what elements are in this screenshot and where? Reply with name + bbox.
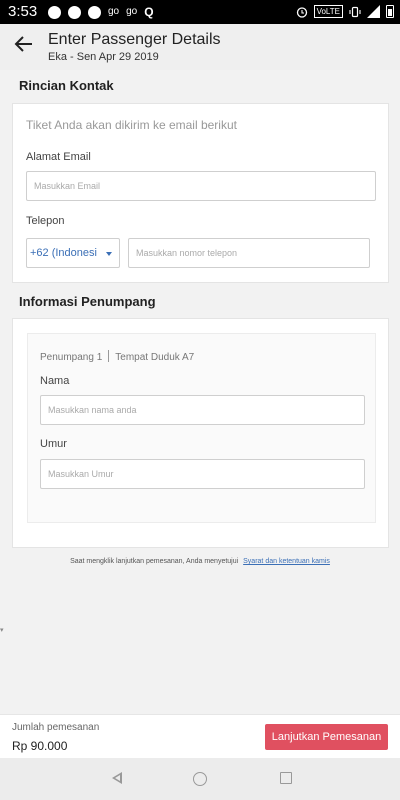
age-input[interactable] xyxy=(40,459,365,489)
alarm-icon xyxy=(296,6,307,18)
contact-section-title: Rincian Kontak xyxy=(19,78,114,93)
terms-text: Saat mengklik lanjutkan pemesanan, Anda … xyxy=(70,558,239,565)
nav-recents-icon[interactable] xyxy=(280,772,292,784)
contact-card: Tiket Anda akan dikirim ke email berikut… xyxy=(12,103,389,283)
contact-hint: Tiket Anda akan dikirim ke email berikut xyxy=(26,118,237,132)
passenger-seat-line: Penumpang 1 Tempat Duduk A7 xyxy=(40,350,194,363)
form-content: Rincian Kontak Tiket Anda akan dikirim k… xyxy=(0,70,400,714)
trip-subtitle: Eka - Sen Apr 29 2019 xyxy=(48,51,159,63)
battery-icon xyxy=(386,5,394,18)
phone-label: Telepon xyxy=(26,215,65,227)
seat-label: Tempat Duduk A7 xyxy=(115,352,195,363)
country-code-select[interactable]: +62 (Indonesi xyxy=(26,238,120,268)
clock: 3:53 xyxy=(8,3,38,20)
message-icon xyxy=(68,5,81,19)
status-bar: 3:53 go go Q VoLTE xyxy=(0,0,400,24)
name-input[interactable] xyxy=(40,395,365,425)
divider xyxy=(108,350,110,362)
edge-marker-icon: ▾ xyxy=(0,627,4,634)
continue-booking-button[interactable]: Lanjutkan Pemesanan xyxy=(265,724,388,750)
page-title: Enter Passenger Details xyxy=(48,31,221,48)
go-icon: go xyxy=(108,6,120,17)
passenger-number: Penumpang 1 xyxy=(40,352,103,363)
terms-link[interactable]: Syarat dan ketentuan kamis xyxy=(243,558,330,565)
passenger-1-panel: Penumpang 1 Tempat Duduk A7 Nama Umur xyxy=(27,333,376,523)
age-label: Umur xyxy=(40,438,67,450)
name-label: Nama xyxy=(40,375,70,387)
nav-back-inner xyxy=(115,775,120,781)
email-input[interactable] xyxy=(26,171,376,201)
country-code-value: +62 (Indonesi xyxy=(30,247,97,259)
phone-input[interactable] xyxy=(128,238,370,268)
passenger-card: Penumpang 1 Tempat Duduk A7 Nama Umur xyxy=(12,318,389,548)
total-price: Rp 90.000 xyxy=(12,739,68,753)
nav-home-icon[interactable] xyxy=(193,772,207,786)
go-icon: go xyxy=(126,6,138,17)
vibrate-icon xyxy=(349,6,361,17)
signal-icon xyxy=(367,5,380,18)
passenger-section-title: Informasi Penumpang xyxy=(19,294,156,309)
system-nav-bar xyxy=(0,758,400,800)
app-header: Enter Passenger Details Eka - Sen Apr 29… xyxy=(0,24,400,70)
chat-bubble-icon xyxy=(48,5,61,19)
booking-summary-bar: Jumlah pemesanan Rp 90.000 Lanjutkan Pem… xyxy=(0,714,400,758)
email-label: Alamat Email xyxy=(26,151,91,163)
volte-icon: VoLTE xyxy=(313,5,343,18)
terms-notice: Saat mengklik lanjutkan pemesanan, Anda … xyxy=(0,558,400,565)
back-arrow-icon[interactable] xyxy=(12,32,36,56)
q-icon: Q xyxy=(144,5,154,19)
notification-icon xyxy=(88,5,101,19)
total-label: Jumlah pemesanan xyxy=(12,722,100,733)
chevron-down-icon xyxy=(106,252,112,256)
